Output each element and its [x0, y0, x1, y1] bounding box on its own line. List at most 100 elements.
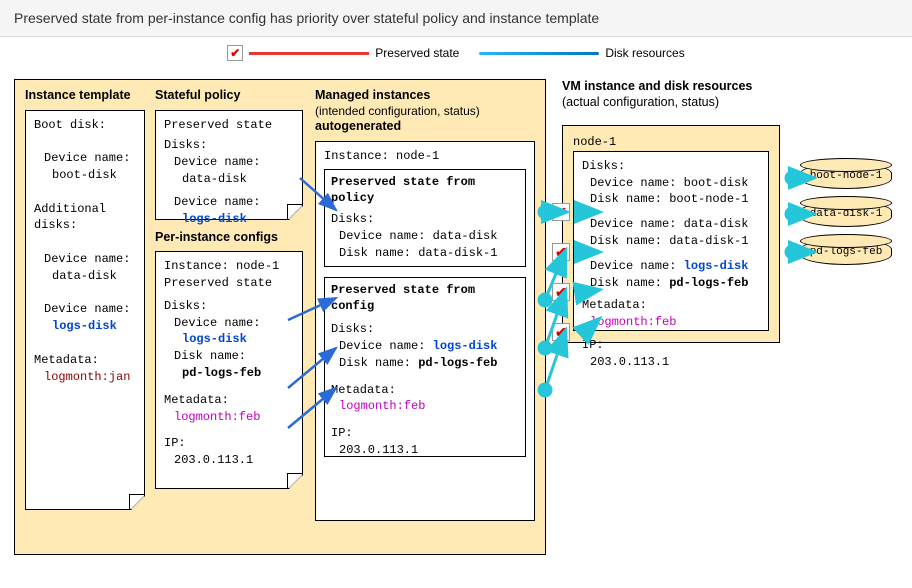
config-box-meta-value: logmonth:feb: [331, 398, 519, 415]
pic-diskname-label: Disk name:: [164, 348, 294, 365]
config-box-device-value: logs-disk: [433, 339, 498, 353]
stateful-policy-paper: Preserved state Disks: Device name: data…: [155, 110, 303, 220]
config-box-ip-label: IP:: [331, 425, 519, 442]
pic-device-label: Device name:: [164, 315, 294, 332]
policy-preserved-label: Preserved state: [164, 117, 294, 134]
config-box-diskname: Disk name: pd-logs-feb: [331, 355, 519, 372]
vm-title-text: VM instance and disk resources: [562, 79, 752, 93]
instance-template-title: Instance template: [25, 88, 145, 104]
preserved-from-policy-box: Preserved state from policy Disks: Devic…: [324, 169, 526, 267]
mig-box: Instance template Boot disk: Device name…: [14, 79, 546, 555]
managed-instance-name: Instance: node-1: [324, 148, 526, 165]
data-disk-device-label: Device name:: [34, 251, 136, 268]
vm-d1-name: Disk name: boot-node-1: [582, 191, 760, 208]
managed-instances-column: Managed instances (intended configuratio…: [315, 88, 535, 521]
disk-logs-label: pd-logs-feb: [810, 246, 883, 258]
page-header: Preserved state from per-instance config…: [0, 0, 912, 37]
per-instance-config-paper: Instance: node-1 Preserved state Disks: …: [155, 251, 303, 489]
vm-meta-value: logmonth:feb: [582, 314, 760, 331]
logs-disk-value: logs-disk: [34, 318, 136, 335]
vm-d3-device-label: Device name:: [590, 259, 676, 273]
legend-disks: Disk resources: [479, 46, 684, 60]
policy-d2-value: logs-disk: [164, 211, 294, 228]
policy-box-diskname: Disk name: data-disk-1: [331, 245, 519, 262]
vm-d3-device-value: logs-disk: [684, 259, 749, 273]
legend-blue-bar: [479, 52, 599, 55]
header-title: Preserved state from per-instance config…: [14, 10, 599, 26]
disk-logs: pd-logs-feb: [800, 239, 892, 265]
policy-d1-label: Device name:: [164, 154, 294, 171]
vm-d3-name-value: pd-logs-feb: [669, 276, 748, 290]
boot-device-label: Device name:: [34, 150, 136, 167]
config-box-ip-value: 203.0.113.1: [331, 442, 519, 459]
preserved-from-policy-title: Preserved state from policy: [331, 174, 519, 208]
metadata-label: Metadata:: [34, 352, 136, 369]
check-logs-disk: ✔: [552, 243, 570, 261]
metadata-value: logmonth:jan: [34, 369, 136, 386]
vm-name: node-1: [573, 134, 769, 151]
pic-preserved-label: Preserved state: [164, 275, 294, 292]
config-box-meta-label: Metadata:: [331, 382, 519, 399]
config-box-device: Device name: logs-disk: [331, 338, 519, 355]
pic-device-value: logs-disk: [164, 331, 294, 348]
config-box-disks-label: Disks:: [331, 321, 519, 338]
instance-template-paper: Boot disk: Device name: boot-disk Additi…: [25, 110, 145, 510]
logs-disk-device-label: Device name:: [34, 301, 136, 318]
pic-meta-label: Metadata:: [164, 392, 294, 409]
pic-instance-label: Instance: node-1: [164, 258, 294, 275]
vm-ip-value: 203.0.113.1: [582, 354, 760, 371]
additional-disks-label: Additional disks:: [34, 201, 136, 235]
disk-data: data-disk-1: [800, 201, 892, 227]
disk-boot-label: boot-node-1: [810, 170, 883, 182]
disk-boot: boot-node-1: [800, 163, 892, 189]
config-box-diskname-value: pd-logs-feb: [418, 356, 497, 370]
pic-diskname-value: pd-logs-feb: [164, 365, 294, 382]
legend-preserved: ✔ Preserved state: [227, 45, 459, 61]
pic-disks-label: Disks:: [164, 298, 294, 315]
policy-d2-label: Device name:: [164, 194, 294, 211]
legend: ✔ Preserved state Disk resources: [0, 37, 912, 73]
policy-box-disks-label: Disks:: [331, 211, 519, 228]
boot-device-value: boot-disk: [34, 167, 136, 184]
check-ip: ✔: [552, 323, 570, 341]
vm-subtitle: (actual configuration, status): [562, 95, 719, 109]
legend-red-bar: [249, 52, 369, 55]
boot-disk-label: Boot disk:: [34, 117, 136, 134]
vm-d2-name: Disk name: data-disk-1: [582, 233, 760, 250]
policy-disks-label: Disks:: [164, 137, 294, 154]
instance-template-column: Instance template Boot disk: Device name…: [25, 88, 145, 510]
data-disk-value: data-disk: [34, 268, 136, 285]
managed-subtitle: (intended configuration, status): [315, 104, 480, 118]
managed-instance-paper: Instance: node-1 Preserved state from po…: [315, 141, 535, 521]
pic-meta-value: logmonth:feb: [164, 409, 294, 426]
stateful-policy-title: Stateful policy: [155, 88, 303, 104]
policy-column: Stateful policy Preserved state Disks: D…: [155, 88, 303, 489]
managed-autogen: autogenerated: [315, 119, 401, 133]
vm-meta-label: Metadata:: [582, 297, 760, 314]
pic-ip-value: 203.0.113.1: [164, 452, 294, 469]
config-box-device-label: Device name:: [339, 339, 425, 353]
managed-instances-title: Managed instances (intended configuratio…: [315, 88, 535, 135]
per-instance-configs-title: Per-instance configs: [155, 230, 303, 246]
diagram-area: Instance template Boot disk: Device name…: [0, 73, 912, 573]
vm-box: node-1 Disks: Device name: boot-disk Dis…: [562, 125, 780, 343]
vm-d1-device: Device name: boot-disk: [582, 175, 760, 192]
pic-ip-label: IP:: [164, 435, 294, 452]
vm-inner: Disks: Device name: boot-disk Disk name:…: [573, 151, 769, 331]
legend-disks-label: Disk resources: [605, 46, 684, 60]
disk-data-label: data-disk-1: [810, 208, 883, 220]
policy-box-device: Device name: data-disk: [331, 228, 519, 245]
vm-d3-device: Device name: logs-disk: [582, 258, 760, 275]
preserved-from-config-box: Preserved state from config Disks: Devic…: [324, 277, 526, 457]
checkmark-icon: ✔: [227, 45, 243, 61]
vm-d3-name: Disk name: pd-logs-feb: [582, 275, 760, 292]
vm-d3-name-label: Disk name:: [590, 276, 662, 290]
vm-ip-label: IP:: [582, 337, 760, 354]
preserved-from-config-title: Preserved state from config: [331, 282, 519, 316]
managed-title-text: Managed instances: [315, 88, 430, 102]
vm-disks-label: Disks:: [582, 158, 760, 175]
check-data-disk: ✔: [552, 203, 570, 221]
check-metadata: ✔: [552, 283, 570, 301]
config-box-diskname-label: Disk name:: [339, 356, 411, 370]
policy-d1-value: data-disk: [164, 171, 294, 188]
